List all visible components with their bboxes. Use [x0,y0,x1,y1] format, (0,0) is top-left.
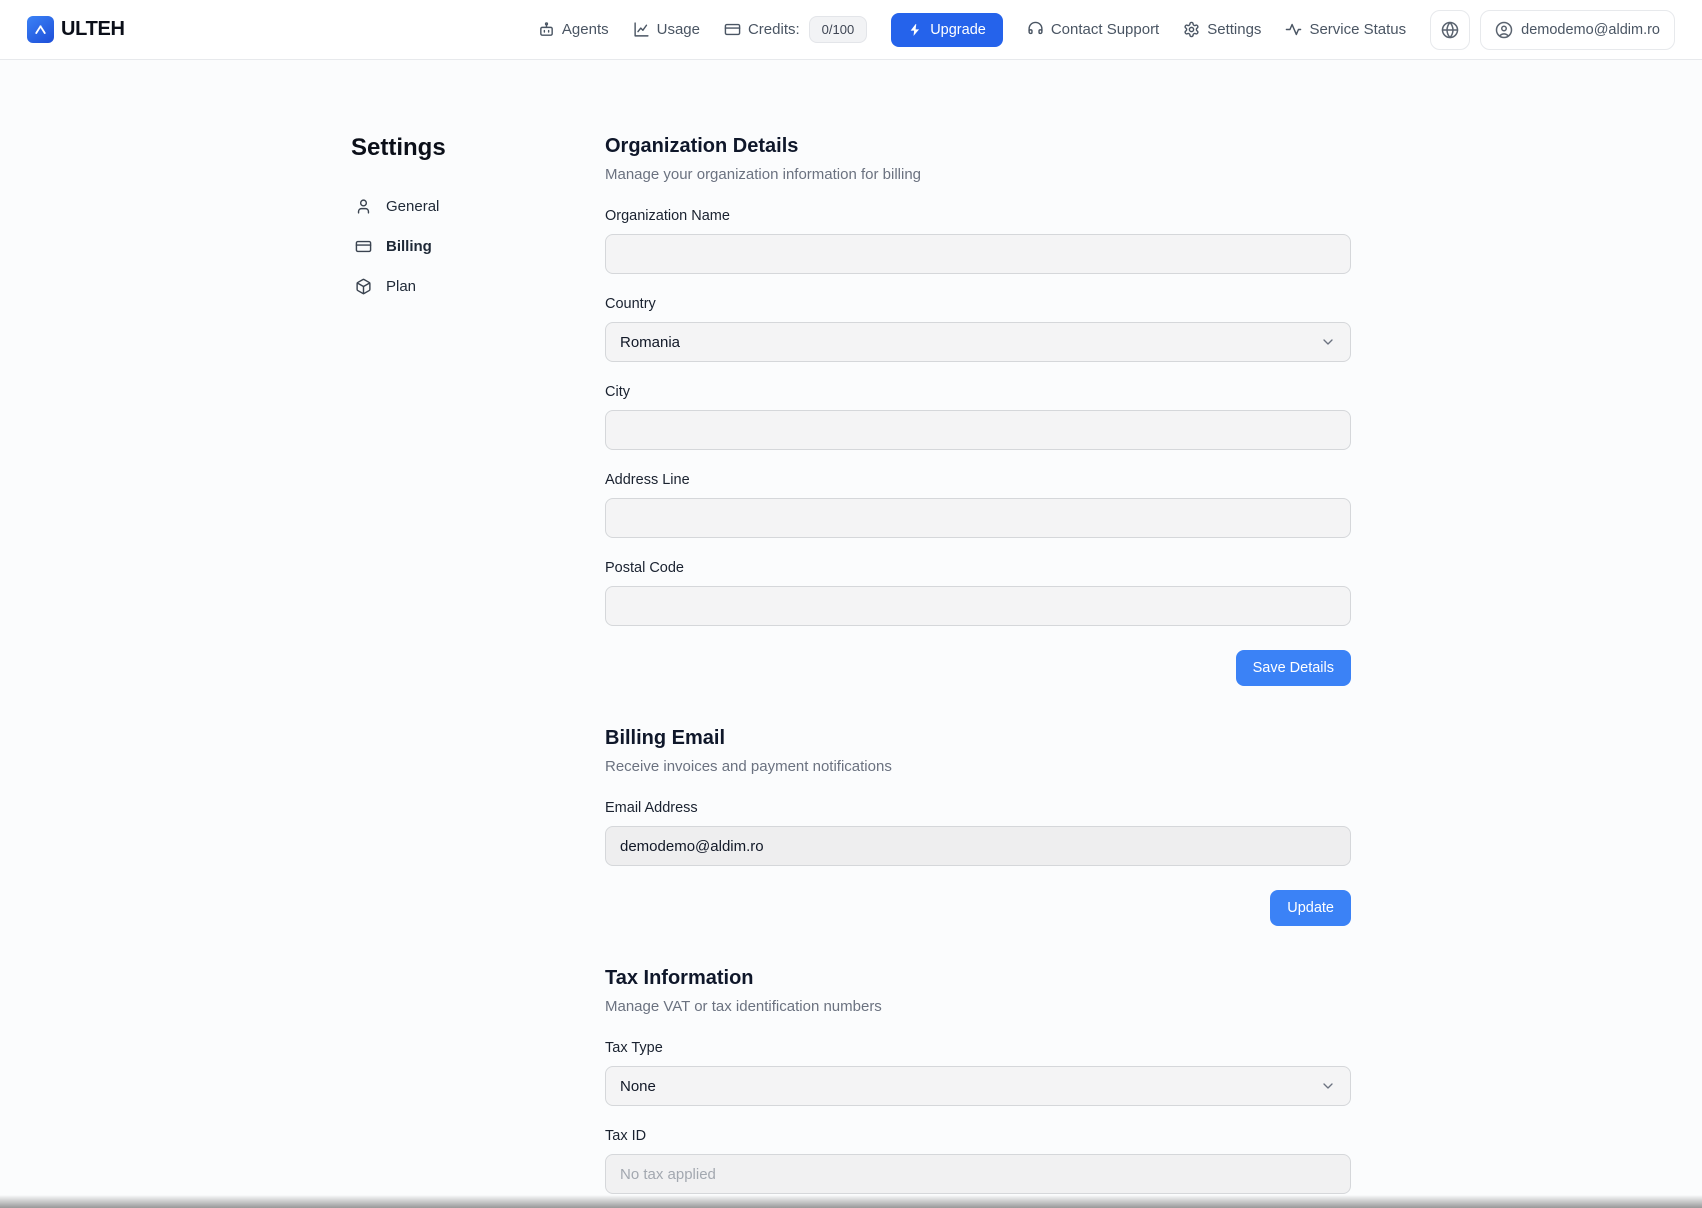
page-title: Settings [351,132,527,164]
brand-logo-icon [27,16,54,43]
postal-code-label: Postal Code [605,558,1351,578]
top-navigation: ULTEH Agents Usage [0,0,1702,60]
user-circle-icon [1495,21,1513,39]
tax-id-input[interactable] [605,1154,1351,1194]
city-label: City [605,382,1351,402]
organization-name-label: Organization Name [605,206,1351,226]
section-title: Organization Details [605,132,1351,160]
credits-badge: 0/100 [809,16,868,43]
zap-icon [908,23,922,37]
city-field: City [605,382,1351,450]
credits-label: Credits: [748,21,800,38]
tax-information-section: Tax Information Manage VAT or tax identi… [605,964,1351,1194]
organization-name-input[interactable] [605,234,1351,274]
postal-code-input[interactable] [605,586,1351,626]
globe-icon [1441,21,1459,39]
organization-details-section: Organization Details Manage your organiz… [605,132,1351,686]
sidebar-item-billing[interactable]: Billing [351,232,527,260]
upgrade-button[interactable]: Upgrade [891,13,1003,47]
upgrade-label: Upgrade [930,22,986,38]
save-details-button[interactable]: Save Details [1236,650,1351,686]
sidebar-item-plan[interactable]: Plan [351,272,527,300]
package-icon [355,278,372,295]
organization-actions: Save Details [605,650,1351,686]
nav-item-service-status[interactable]: Service Status [1285,21,1406,38]
country-label: Country [605,294,1351,314]
activity-icon [1285,21,1302,38]
user-email: demodemo@aldim.ro [1521,22,1660,38]
email-address-field: Email Address [605,798,1351,866]
page-bottom-fade [0,1195,1702,1208]
country-field: Country Romania [605,294,1351,362]
sidebar-item-general[interactable]: General [351,192,527,220]
section-title: Tax Information [605,964,1351,992]
chevron-down-icon [1320,334,1336,350]
tax-id-field: Tax ID [605,1126,1351,1194]
nav-item-agents[interactable]: Agents [538,21,609,38]
language-globe-button[interactable] [1430,10,1470,50]
section-subtitle: Manage your organization information for… [605,164,1351,186]
nav-item-label: Usage [657,21,700,38]
country-select[interactable]: Romania [605,322,1351,362]
nav-item-label: Contact Support [1051,21,1159,38]
bot-icon [538,21,555,38]
chevron-down-icon [1320,1078,1336,1094]
brand-name: ULTEH [61,18,125,41]
sidebar-item-label: Billing [386,238,432,255]
nav-item-label: Service Status [1309,21,1406,38]
settings-page: Settings General Billing [351,60,1351,1194]
email-address-input[interactable] [605,826,1351,866]
credit-card-icon [355,238,372,255]
headset-icon [1027,21,1044,38]
country-selected-value: Romania [620,334,680,351]
section-subtitle: Receive invoices and payment notificatio… [605,756,1351,778]
address-line-label: Address Line [605,470,1351,490]
city-input[interactable] [605,410,1351,450]
nav-item-credits[interactable]: Credits: 0/100 [724,16,867,43]
credit-card-icon [724,21,741,38]
nav-item-label: Agents [562,21,609,38]
tax-type-field: Tax Type None [605,1038,1351,1106]
billing-email-section: Billing Email Receive invoices and payme… [605,724,1351,926]
gear-icon [1183,21,1200,38]
nav-item-usage[interactable]: Usage [633,21,700,38]
sidebar-item-label: General [386,198,439,215]
sidebar-nav: General Billing Plan [351,192,527,300]
organization-name-field: Organization Name [605,206,1351,274]
user-icon [355,198,372,215]
nav-menu: Agents Usage Credits: 0/100 [538,10,1675,50]
nav-item-settings[interactable]: Settings [1183,21,1261,38]
billing-settings-main: Organization Details Manage your organiz… [605,132,1351,1194]
email-address-label: Email Address [605,798,1351,818]
section-title: Billing Email [605,724,1351,752]
brand-logo[interactable]: ULTEH [27,16,125,43]
billing-email-actions: Update [605,890,1351,926]
tax-type-label: Tax Type [605,1038,1351,1058]
address-line-input[interactable] [605,498,1351,538]
settings-sidebar: Settings General Billing [351,132,527,1194]
line-chart-icon [633,21,650,38]
nav-item-label: Settings [1207,21,1261,38]
address-line-field: Address Line [605,470,1351,538]
tax-type-selected-value: None [620,1078,656,1095]
postal-code-field: Postal Code [605,558,1351,626]
nav-item-contact-support[interactable]: Contact Support [1027,21,1159,38]
tax-id-label: Tax ID [605,1126,1351,1146]
section-subtitle: Manage VAT or tax identification numbers [605,996,1351,1018]
user-account-button[interactable]: demodemo@aldim.ro [1480,10,1675,50]
update-email-button[interactable]: Update [1270,890,1351,926]
sidebar-item-label: Plan [386,278,416,295]
tax-type-select[interactable]: None [605,1066,1351,1106]
